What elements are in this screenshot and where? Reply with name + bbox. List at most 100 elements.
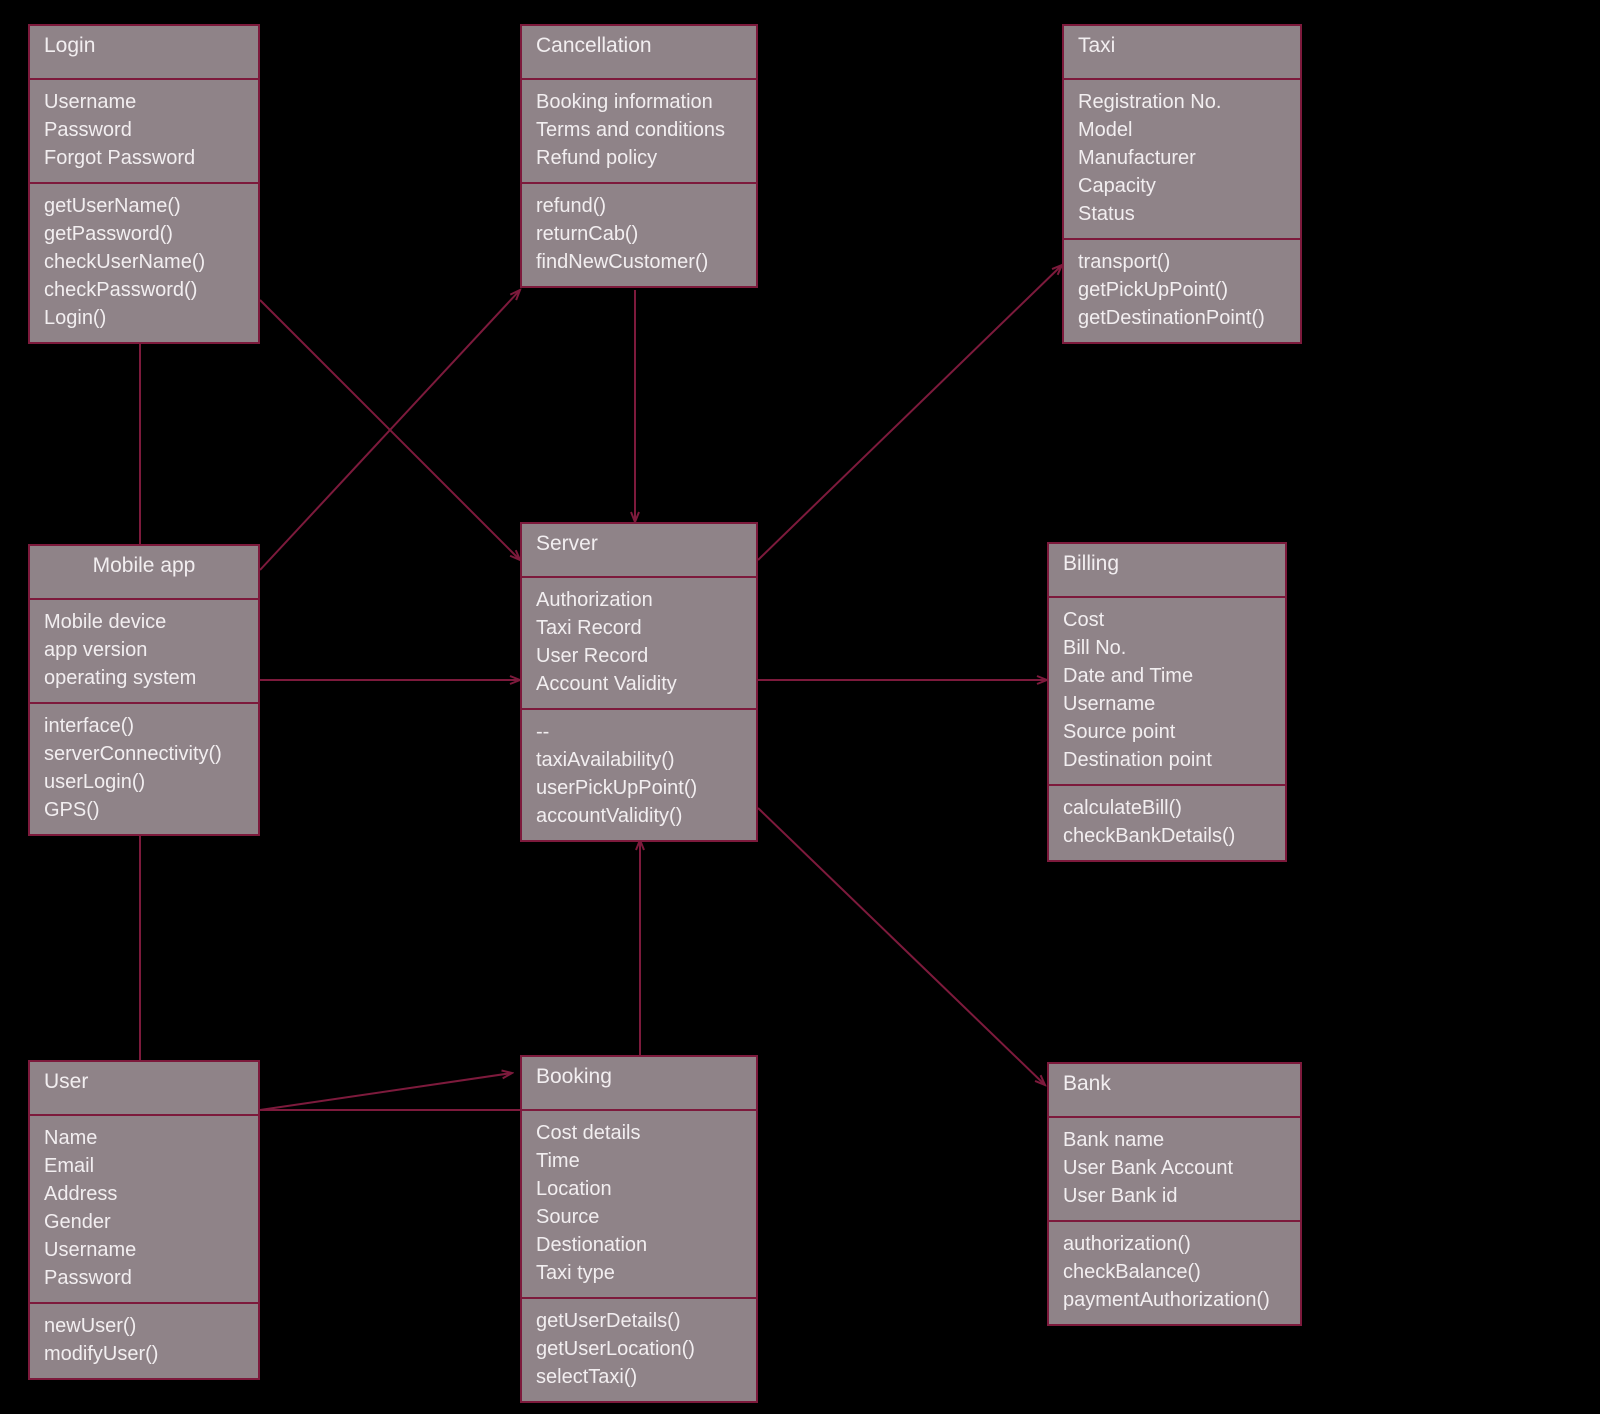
attr: Destionation [536,1231,742,1259]
class-attrs: Bank name User Bank Account User Bank id [1049,1118,1300,1222]
attr: User Record [536,642,742,670]
attr: Gender [44,1208,244,1236]
method: findNewCustomer() [536,248,742,276]
method: authorization() [1063,1230,1286,1258]
method: transport() [1078,248,1286,276]
class-methods: getUserName() getPassword() checkUserNam… [30,184,258,342]
class-attrs: Booking information Terms and conditions… [522,80,756,184]
attr: Address [44,1180,244,1208]
method: Login() [44,304,244,332]
attr: operating system [44,664,244,692]
attr: Forgot Password [44,144,244,172]
attr: Mobile device [44,608,244,636]
class-title: Taxi [1064,26,1300,80]
attr: Refund policy [536,144,742,172]
attr: Date and Time [1063,662,1271,690]
method: taxiAvailability() [536,746,742,774]
class-attrs: Cost Bill No. Date and Time Username Sou… [1049,598,1285,786]
method: selectTaxi() [536,1363,742,1391]
attr: Cost [1063,606,1271,634]
attr: Source [536,1203,742,1231]
class-attrs: Username Password Forgot Password [30,80,258,184]
attr: Username [44,88,244,116]
method: interface() [44,712,244,740]
attr: Password [44,116,244,144]
method: getUserDetails() [536,1307,742,1335]
class-methods: newUser() modifyUser() [30,1304,258,1378]
class-booking: Booking Cost details Time Location Sourc… [520,1055,758,1403]
method: checkPassword() [44,276,244,304]
method: GPS() [44,796,244,824]
method: returnCab() [536,220,742,248]
attr: Authorization [536,586,742,614]
attr: Taxi type [536,1259,742,1287]
attr: User Bank Account [1063,1154,1286,1182]
attr: Password [44,1264,244,1292]
method: accountValidity() [536,802,742,830]
class-methods: interface() serverConnectivity() userLog… [30,704,258,834]
class-taxi: Taxi Registration No. Model Manufacturer… [1062,24,1302,344]
class-attrs: Cost details Time Location Source Destio… [522,1111,756,1299]
attr: Capacity [1078,172,1286,200]
method: userPickUpPoint() [536,774,742,802]
method: getPickUpPoint() [1078,276,1286,304]
class-title: Booking [522,1057,756,1111]
attr: Booking information [536,88,742,116]
attr: Username [44,1236,244,1264]
attr: Name [44,1124,244,1152]
class-user: User Name Email Address Gender Username … [28,1060,260,1380]
class-login: Login Username Password Forgot Password … [28,24,260,344]
method: getUserLocation() [536,1335,742,1363]
method: getUserName() [44,192,244,220]
class-cancellation: Cancellation Booking information Terms a… [520,24,758,288]
class-methods: getUserDetails() getUserLocation() selec… [522,1299,756,1401]
class-billing: Billing Cost Bill No. Date and Time User… [1047,542,1287,862]
method: userLogin() [44,768,244,796]
class-title: Mobile app [30,546,258,600]
attr: app version [44,636,244,664]
attr: Account Validity [536,670,742,698]
attr: Registration No. [1078,88,1286,116]
class-server: Server Authorization Taxi Record User Re… [520,522,758,842]
attr: Status [1078,200,1286,228]
method: checkUserName() [44,248,244,276]
class-title: Cancellation [522,26,756,80]
attr: Email [44,1152,244,1180]
class-methods: authorization() checkBalance() paymentAu… [1049,1222,1300,1324]
method: -- [536,718,742,746]
class-methods: refund() returnCab() findNewCustomer() [522,184,756,286]
attr: Bank name [1063,1126,1286,1154]
method: modifyUser() [44,1340,244,1368]
class-attrs: Name Email Address Gender Username Passw… [30,1116,258,1304]
attr: User Bank id [1063,1182,1286,1210]
attr: Taxi Record [536,614,742,642]
method: checkBalance() [1063,1258,1286,1286]
method: paymentAuthorization() [1063,1286,1286,1314]
method: refund() [536,192,742,220]
class-title: Bank [1049,1064,1300,1118]
class-attrs: Authorization Taxi Record User Record Ac… [522,578,756,710]
attr: Terms and conditions [536,116,742,144]
attr: Username [1063,690,1271,718]
class-title: User [30,1062,258,1116]
method: calculateBill() [1063,794,1271,822]
attr: Destination point [1063,746,1271,774]
attr: Time [536,1147,742,1175]
method: checkBankDetails() [1063,822,1271,850]
attr: Cost details [536,1119,742,1147]
method: getDestinationPoint() [1078,304,1286,332]
class-title: Billing [1049,544,1285,598]
class-mobile-app: Mobile app Mobile device app version ope… [28,544,260,836]
class-bank: Bank Bank name User Bank Account User Ba… [1047,1062,1302,1326]
attr: Bill No. [1063,634,1271,662]
class-methods: transport() getPickUpPoint() getDestinat… [1064,240,1300,342]
attr: Manufacturer [1078,144,1286,172]
class-methods: -- taxiAvailability() userPickUpPoint() … [522,710,756,840]
method: getPassword() [44,220,244,248]
class-title: Login [30,26,258,80]
attr: Model [1078,116,1286,144]
method: serverConnectivity() [44,740,244,768]
class-methods: calculateBill() checkBankDetails() [1049,786,1285,860]
class-title: Server [522,524,756,578]
attr: Source point [1063,718,1271,746]
